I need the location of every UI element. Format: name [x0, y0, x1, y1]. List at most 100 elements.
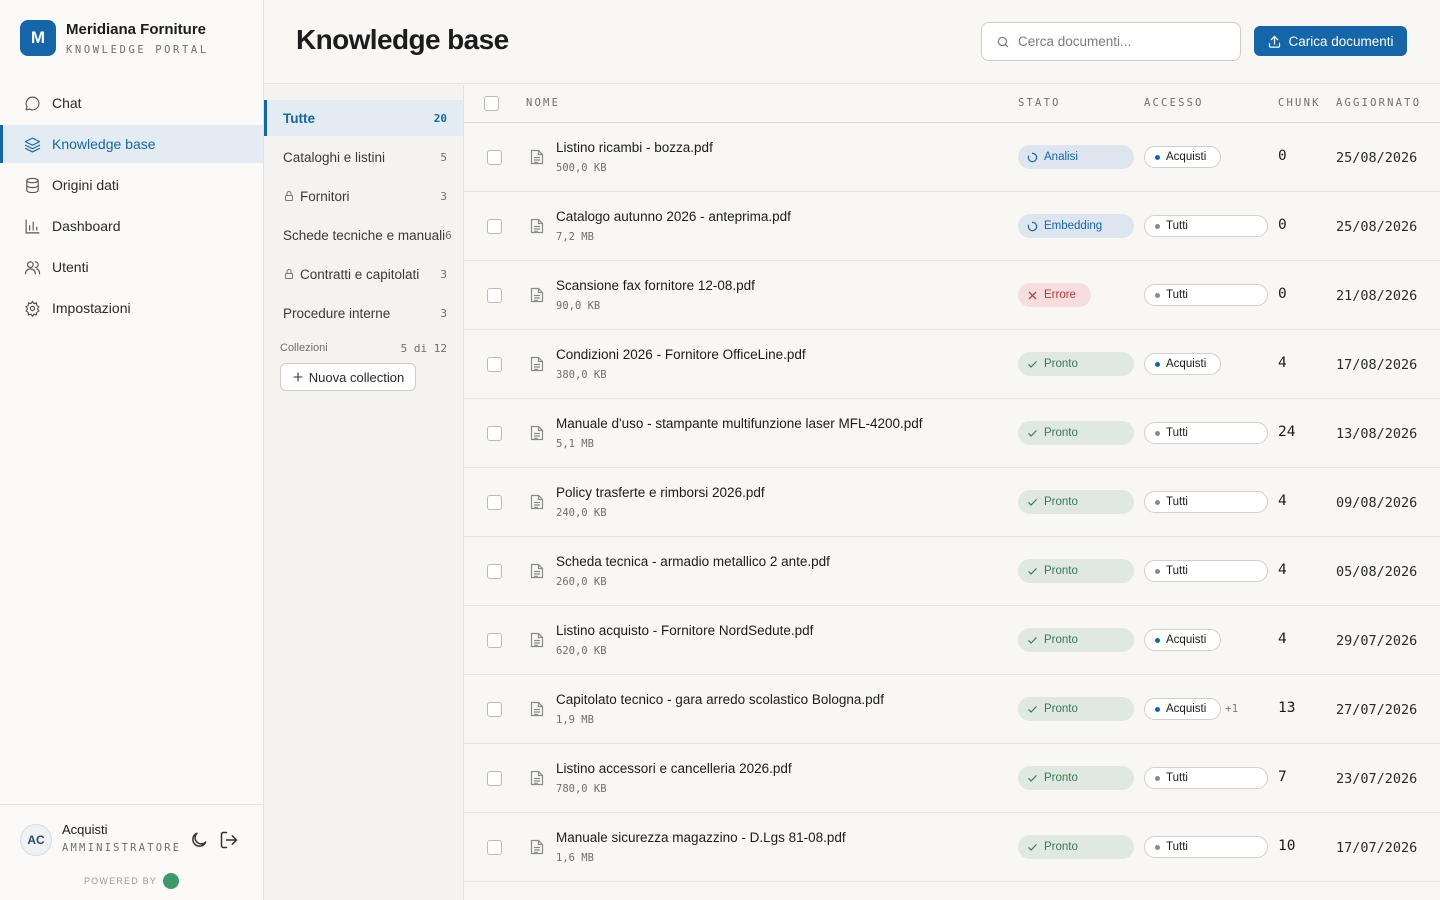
row-checkbox[interactable] [487, 495, 502, 510]
access-badge[interactable]: Acquisti [1144, 629, 1221, 651]
nav-item-chat[interactable]: Chat [0, 84, 263, 122]
nav-label: Dashboard [52, 218, 121, 234]
table-header: NOME STATO ACCESSO CHUNK AGGIORNATO [464, 85, 1440, 123]
nav-item-dashboard[interactable]: Dashboard [0, 207, 263, 245]
access-badge[interactable]: Tutti [1144, 491, 1268, 513]
page-title: Knowledge base [296, 24, 509, 55]
chunk-count: 4 [1278, 562, 1287, 578]
document-name[interactable]: Listino ricambi - bozza.pdf [556, 140, 713, 155]
error-x-icon [1028, 291, 1037, 299]
collection-item[interactable]: Procedure interne 3 [264, 295, 463, 331]
collection-item[interactable]: Contratti e capitolati 3 [264, 256, 463, 292]
access-badge[interactable]: Tutti [1144, 767, 1268, 789]
nav-item-origini-dati[interactable]: Origini dati [0, 166, 263, 204]
table-row[interactable]: Listino ricambi - bozza.pdf 500,0 KB Anali… [464, 123, 1440, 192]
column-header-name[interactable]: NOME [526, 97, 560, 109]
search-input[interactable] [1018, 34, 1218, 49]
collection-label: Procedure interne [283, 305, 391, 321]
column-header-updated[interactable]: AGGIORNATO [1336, 97, 1421, 109]
document-name[interactable]: Scheda tecnica - armadio metallico 2 ant… [556, 554, 830, 569]
access-badge[interactable]: Acquisti [1144, 353, 1221, 375]
table-row[interactable]: Manuale sicurezza magazzino - D.Lgs 81-0… [464, 813, 1440, 882]
document-name[interactable]: Catalogo autunno 2026 - anteprima.pdf [556, 209, 791, 224]
row-checkbox[interactable] [487, 564, 502, 579]
nav-item-utenti[interactable]: Utenti [0, 248, 263, 286]
table-row[interactable]: Scansione fax fornitore 12-08.pdf 90,0 KB… [464, 261, 1440, 330]
collection-item[interactable]: Cataloghi e listini 5 [264, 139, 463, 175]
database-icon [26, 177, 39, 193]
nav-item-knowledge-base[interactable]: Knowledge base [0, 125, 263, 163]
collection-count: 20 [433, 111, 447, 125]
row-checkbox[interactable] [487, 702, 502, 717]
access-dot [1155, 292, 1160, 298]
document-name[interactable]: Policy trasferte e rimborsi 2026.pdf [556, 485, 765, 500]
row-checkbox[interactable] [487, 357, 502, 372]
access-label: Tutti [1166, 289, 1188, 301]
select-all-checkbox[interactable] [484, 96, 499, 111]
logout-icon[interactable] [219, 830, 239, 850]
access-dot [1155, 154, 1160, 160]
sidebar: M Meridiana Forniture KNOWLEDGE PORTAL C… [0, 0, 264, 900]
access-badge[interactable]: Tutti [1144, 836, 1268, 858]
access-badge[interactable]: Acquisti [1144, 146, 1221, 168]
document-name[interactable]: Condizioni 2026 - Fornitore OfficeLine.p… [556, 347, 806, 362]
access-badge[interactable]: Tutti [1144, 422, 1268, 444]
documents-table: NOME STATO ACCESSO CHUNK AGGIORNATO List… [464, 85, 1440, 900]
lock-icon [285, 269, 293, 279]
document-name[interactable]: Listino accessori e cancelleria 2026.pdf [556, 761, 792, 776]
table-row[interactable]: Catalogo autunno 2026 - anteprima.pdf 7,2… [464, 192, 1440, 261]
brand[interactable]: M Meridiana Forniture KNOWLEDGE PORTAL [20, 20, 209, 56]
column-header-chunk[interactable]: CHUNK [1278, 97, 1321, 109]
document-name[interactable]: Manuale sicurezza magazzino - D.Lgs 81-0… [556, 830, 846, 845]
table-row[interactable]: Listino acquisto - Fornitore NordSedute.… [464, 606, 1440, 675]
collections-meta-count: 5 di 12 [400, 342, 447, 355]
table-row[interactable]: Policy trasferte e rimborsi 2026.pdf 240,… [464, 468, 1440, 537]
collection-label-wrap: Contratti e capitolati [283, 267, 440, 282]
row-checkbox[interactable] [487, 150, 502, 165]
collection-item[interactable]: Tutte 20 [264, 100, 463, 136]
collection-label: Tutte [283, 110, 315, 126]
users-icon [24, 260, 41, 274]
collection-item[interactable]: Fornitori 3 [264, 178, 463, 214]
table-row[interactable]: Listino accessori e cancelleria 2026.pdf… [464, 744, 1440, 813]
collection-label: Fornitori [300, 188, 350, 204]
avatar[interactable]: AC [20, 824, 52, 856]
access-badge[interactable]: Tutti [1144, 284, 1268, 306]
document-name[interactable]: Scansione fax fornitore 12-08.pdf [556, 278, 755, 293]
collection-item[interactable]: Schede tecniche e manuali 6 [264, 217, 463, 253]
column-header-status[interactable]: STATO [1018, 97, 1061, 109]
chat-bubble-icon [25, 96, 40, 110]
access-badge[interactable]: Acquisti [1144, 698, 1221, 720]
table-row[interactable]: Capitolato tecnico - gara arredo scolast… [464, 675, 1440, 744]
powered-by-logo [163, 873, 179, 889]
access-dot [1155, 844, 1160, 850]
search-box[interactable] [981, 22, 1241, 61]
updated-date: 29/07/2026 [1336, 633, 1418, 649]
access-extra-count[interactable]: +1 [1225, 702, 1238, 715]
document-name[interactable]: Manuale d'uso - stampante multifunzione … [556, 416, 923, 431]
access-badge[interactable]: Tutti [1144, 215, 1268, 237]
row-checkbox[interactable] [487, 633, 502, 648]
row-checkbox[interactable] [487, 426, 502, 441]
access-label: Acquisti [1166, 703, 1207, 715]
nav-label: Chat [52, 95, 82, 111]
row-checkbox[interactable] [487, 771, 502, 786]
table-row[interactable]: Condizioni 2026 - Fornitore OfficeLine.p… [464, 330, 1440, 399]
access-badge[interactable]: Tutti [1144, 560, 1268, 582]
table-row[interactable]: Manuale d'uso - stampante multifunzione … [464, 399, 1440, 468]
document-size: 380,0 KB [556, 369, 607, 381]
column-header-access[interactable]: ACCESSO [1144, 97, 1204, 109]
row-checkbox[interactable] [487, 219, 502, 234]
document-name[interactable]: Capitolato tecnico - gara arredo scolast… [556, 692, 884, 707]
document-name[interactable]: Listino acquisto - Fornitore NordSedute.… [556, 623, 813, 638]
table-row[interactable]: Scheda tecnica - armadio metallico 2 ant… [464, 537, 1440, 606]
chunk-count: 4 [1278, 631, 1287, 647]
collections-list: Tutte 20 Cataloghi e listini 5 Fornitori 3 Sch… [264, 100, 463, 334]
moon-icon[interactable] [189, 830, 209, 850]
row-checkbox[interactable] [487, 288, 502, 303]
row-checkbox[interactable] [487, 840, 502, 855]
upload-documents-button[interactable]: Carica documenti [1254, 26, 1407, 56]
document-size: 500,0 KB [556, 162, 607, 174]
new-collection-button[interactable]: Nuova collection [280, 363, 416, 391]
nav-item-impostazioni[interactable]: Impostazioni [0, 289, 263, 327]
